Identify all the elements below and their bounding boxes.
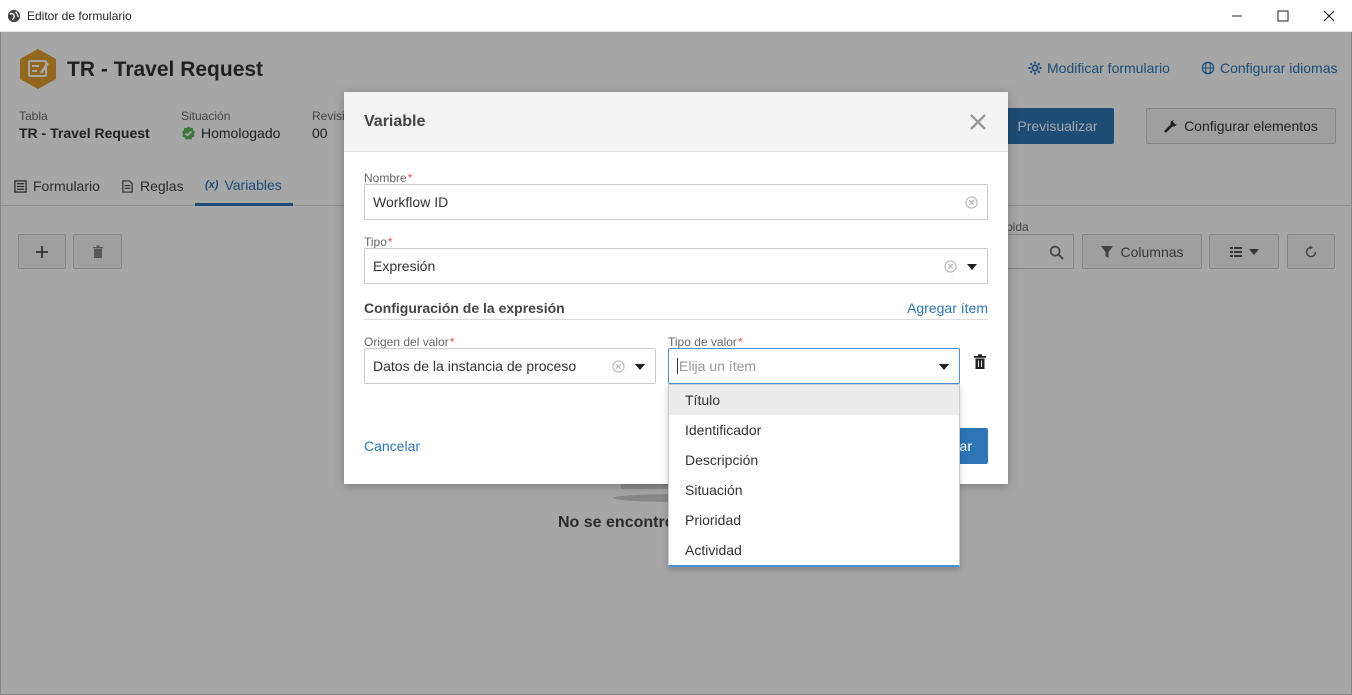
origin-field-label: Origen del valor* — [364, 335, 455, 349]
cancel-link[interactable]: Cancelar — [364, 438, 420, 454]
value-origin-select[interactable]: Datos de la instancia de proceso — [364, 348, 656, 384]
name-field-label: Nombre* — [364, 171, 413, 185]
add-item-link[interactable]: Agregar ítem — [907, 300, 988, 316]
close-window-button[interactable] — [1306, 0, 1352, 32]
dropdown-option-identificador[interactable]: Identificador — [669, 415, 959, 445]
minimize-icon — [1232, 15, 1242, 17]
maximize-icon — [1277, 10, 1289, 22]
chevron-down-icon — [635, 364, 645, 370]
close-icon — [1323, 10, 1335, 22]
text-cursor — [677, 358, 678, 374]
value-type-dropdown: Título Identificador Descripción Situaci… — [668, 384, 960, 567]
maximize-button[interactable] — [1260, 0, 1306, 32]
minimize-button[interactable] — [1214, 0, 1260, 32]
dropdown-option-titulo[interactable]: Título — [669, 385, 959, 415]
clear-type-icon[interactable] — [944, 260, 957, 273]
value-type-select[interactable]: Elija un ítem — [668, 348, 960, 384]
close-dialog-icon[interactable] — [968, 112, 988, 132]
clear-name-icon[interactable] — [965, 196, 978, 209]
dialog-title: Variable — [364, 113, 426, 130]
clear-origin-icon[interactable] — [612, 360, 625, 373]
chevron-down-icon — [939, 364, 949, 370]
required-asterisk: * — [449, 335, 455, 349]
dialog-header: Variable — [344, 92, 1008, 152]
dropdown-option-prioridad[interactable]: Prioridad — [669, 505, 959, 535]
dropdown-option-descripcion[interactable]: Descripción — [669, 445, 959, 475]
required-asterisk: * — [387, 235, 393, 249]
name-input[interactable]: Workflow ID — [364, 184, 988, 220]
value-type-field-label: Tipo de valor* — [668, 335, 743, 349]
required-asterisk: * — [407, 171, 413, 185]
window-title: Editor de formulario — [27, 8, 132, 23]
type-select[interactable]: Expresión — [364, 248, 988, 284]
value-type-placeholder: Elija un ítem — [679, 358, 757, 374]
app-globe-icon — [7, 9, 21, 22]
name-input-value: Workflow ID — [373, 194, 449, 210]
expression-section-title: Configuración de la expresión — [364, 300, 565, 316]
chevron-down-icon — [967, 264, 977, 270]
section-divider — [364, 319, 988, 320]
dropdown-option-actividad[interactable]: Actividad — [669, 535, 959, 565]
remove-expression-item-icon[interactable] — [973, 354, 987, 370]
value-origin-value: Datos de la instancia de proceso — [373, 358, 577, 374]
required-asterisk: * — [737, 335, 743, 349]
window-titlebar: Editor de formulario — [0, 0, 1352, 32]
type-field-label: Tipo* — [364, 235, 393, 249]
dropdown-option-situacion[interactable]: Situación — [669, 475, 959, 505]
type-select-value: Expresión — [373, 258, 436, 274]
